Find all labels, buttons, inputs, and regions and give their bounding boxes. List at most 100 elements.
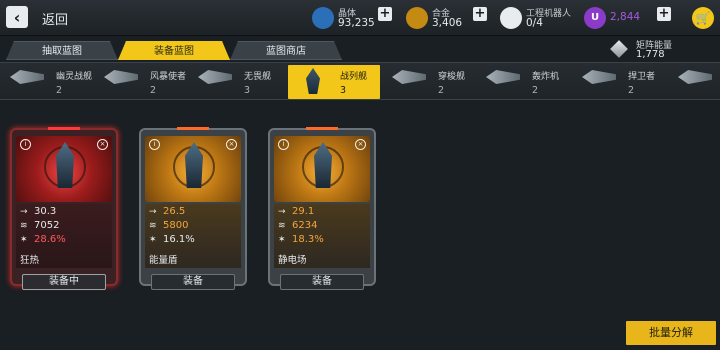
ship-type-count: 2 xyxy=(150,85,157,96)
ship-type-count: 2 xyxy=(438,85,445,96)
bonus-icon: ✶ xyxy=(20,235,28,245)
back-label[interactable]: 返回 xyxy=(42,9,68,28)
ship-type-count: 2 xyxy=(56,85,63,96)
resource-u-coin: U 2,844 xyxy=(584,4,648,32)
ship-type-dreadnought[interactable]: 无畏舰 3 xyxy=(192,65,284,99)
armor-icon: ≋ xyxy=(149,221,157,231)
blueprint-card[interactable]: i × → 30.3 ≋ 7052 ✶ 28.6% 狂热 装备中 xyxy=(10,127,118,290)
u-coin-icon: U xyxy=(584,7,606,29)
bonus-value: 16.1% xyxy=(163,234,195,245)
speed-stat: → 26.5 xyxy=(149,206,185,220)
robot-icon xyxy=(500,7,522,29)
ship-type-shuttle[interactable]: 穿梭舰 2 xyxy=(386,65,478,99)
ship-type-label: 风暴使者 xyxy=(150,72,187,82)
card-art: i × xyxy=(274,136,370,202)
ship-type-label: 战列舰 xyxy=(340,72,368,82)
info-icon[interactable]: i xyxy=(278,139,289,150)
ship-icon xyxy=(104,70,138,84)
equip-button[interactable]: 装备 xyxy=(280,274,364,290)
armor-icon: ≋ xyxy=(278,221,286,231)
cart-icon[interactable]: 🛒 xyxy=(692,7,714,29)
armor-value: 6234 xyxy=(292,220,318,231)
card-art: i × xyxy=(16,136,112,202)
blueprint-card[interactable]: i × → 26.5 ≋ 5800 ✶ 16.1% 能量盾 装备 xyxy=(139,127,247,290)
armor-stat: ≋ 7052 xyxy=(20,220,59,234)
resource-value: 2,844 xyxy=(610,11,641,23)
equipped-button[interactable]: 装备中 xyxy=(22,274,106,290)
speed-icon: → xyxy=(20,207,28,217)
bonus-value: 28.6% xyxy=(34,234,66,245)
ship-type-count: 3 xyxy=(244,85,251,96)
card-notch xyxy=(177,127,209,130)
chevron-left-icon: ‹ xyxy=(13,7,21,27)
speed-value: 26.5 xyxy=(163,206,186,217)
blueprint-card[interactable]: i × → 29.1 ≋ 6234 ✶ 18.3% 静电场 装备 xyxy=(268,127,376,290)
bulk-dismantle-button[interactable]: 批量分解 xyxy=(626,321,716,345)
card-stats: → 30.3 ≋ 7052 ✶ 28.6% 狂热 xyxy=(16,204,112,268)
resource-robot: 工程机器人 0/4 xyxy=(500,4,580,32)
card-stats: → 26.5 ≋ 5800 ✶ 16.1% 能量盾 xyxy=(145,204,241,268)
info-icon[interactable]: i xyxy=(20,139,31,150)
ship-type-count: 3 xyxy=(340,85,347,96)
close-icon[interactable]: × xyxy=(226,139,237,150)
back-button[interactable]: ‹ xyxy=(6,6,28,28)
tab-draw-blueprint[interactable]: 抽取蓝图 xyxy=(6,41,118,60)
ship-icon xyxy=(392,70,426,84)
ship-type-count: 2 xyxy=(532,85,539,96)
close-icon[interactable]: × xyxy=(355,139,366,150)
ship-icon xyxy=(678,70,712,84)
matrix-energy-value: 1,778 xyxy=(636,49,665,60)
ship-type-storm[interactable]: 风暴使者 2 xyxy=(98,65,190,99)
armor-stat: ≋ 6234 xyxy=(278,220,317,234)
ship-type-battleship[interactable]: 战列舰 3 xyxy=(288,65,380,99)
ship-type-more[interactable] xyxy=(672,65,718,99)
resource-value: 3,406 xyxy=(432,17,463,29)
bonus-stat: ✶ 28.6% xyxy=(20,234,66,248)
ship-type-label: 捍卫者 xyxy=(628,72,656,82)
ship-icon xyxy=(10,70,44,84)
speed-value: 29.1 xyxy=(292,206,315,217)
bonus-icon: ✶ xyxy=(149,235,157,245)
resource-value: 93,235 xyxy=(338,17,375,29)
speed-stat: → 29.1 xyxy=(278,206,314,220)
ship-type-label: 轰炸机 xyxy=(532,72,560,82)
trait-label: 能量盾 xyxy=(149,255,178,266)
ship-type-count: 2 xyxy=(628,85,635,96)
ship-icon xyxy=(198,70,232,84)
bonus-value: 18.3% xyxy=(292,234,324,245)
card-art: i × xyxy=(145,136,241,202)
bonus-icon: ✶ xyxy=(278,235,286,245)
ship-type-label: 无畏舰 xyxy=(244,72,272,82)
info-icon[interactable]: i xyxy=(149,139,160,150)
ship-type-bar: 幽灵战舰 2 风暴使者 2 无畏舰 3 战列舰 3 穿梭舰 2 轰炸机 2 捍卫… xyxy=(0,62,720,100)
bonus-stat: ✶ 16.1% xyxy=(149,234,195,248)
add-u-coin-button[interactable]: + xyxy=(657,7,671,21)
card-notch xyxy=(306,127,338,130)
card-stats: → 29.1 ≋ 6234 ✶ 18.3% 静电场 xyxy=(274,204,370,268)
ship-icon xyxy=(486,70,520,84)
trait-label: 狂热 xyxy=(20,255,40,266)
add-crystal-button[interactable]: + xyxy=(378,7,392,21)
armor-value: 5800 xyxy=(163,220,189,231)
speed-value: 30.3 xyxy=(34,206,57,217)
ship-type-bomber[interactable]: 轰炸机 2 xyxy=(480,65,572,99)
close-icon[interactable]: × xyxy=(97,139,108,150)
matrix-cube-icon xyxy=(610,40,628,58)
tab-equip-blueprint[interactable]: 装备蓝图 xyxy=(118,41,230,60)
equip-button[interactable]: 装备 xyxy=(151,274,235,290)
ship-icon xyxy=(582,70,616,84)
armor-value: 7052 xyxy=(34,220,60,231)
speed-icon: → xyxy=(149,207,157,217)
crystal-icon xyxy=(312,7,334,29)
card-notch xyxy=(48,127,80,130)
resource-alloy: 合金 3,406 xyxy=(406,4,478,32)
matrix-energy: 矩阵能量 1,778 xyxy=(610,38,714,62)
top-bar: ‹ 返回 晶体 93,235 + 合金 3,406 + 工程机器人 0/4 U … xyxy=(0,0,720,36)
trait-label: 静电场 xyxy=(278,255,307,266)
add-alloy-button[interactable]: + xyxy=(473,7,487,21)
tab-blueprint-shop[interactable]: 蓝图商店 xyxy=(230,41,342,60)
ship-type-defender[interactable]: 捍卫者 2 xyxy=(576,65,668,99)
ship-type-ghost[interactable]: 幽灵战舰 2 xyxy=(4,65,96,99)
resource-value: 0/4 xyxy=(526,17,543,29)
ship-type-label: 穿梭舰 xyxy=(438,72,466,82)
